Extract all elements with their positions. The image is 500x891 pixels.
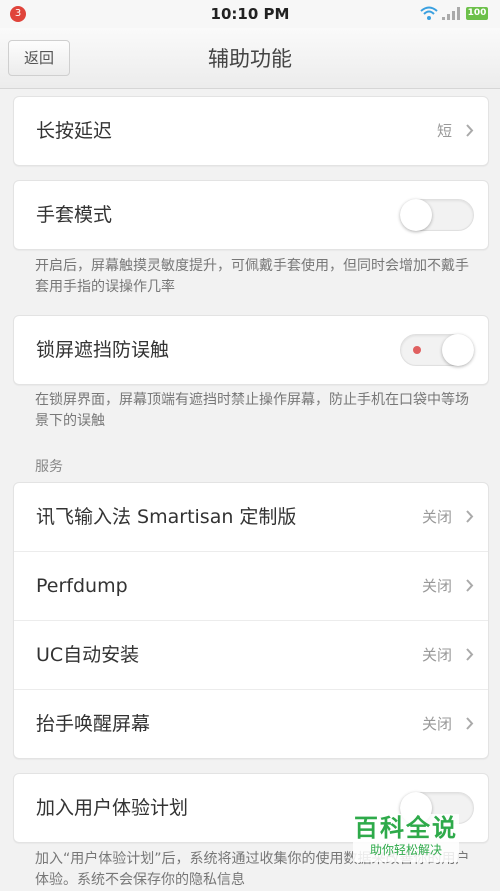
watermark-logo: 百科全说 助你轻松解决 [353, 814, 459, 862]
screen-lock-touch-label: 锁屏遮挡防误触 [36, 339, 170, 361]
signal-icon [442, 7, 460, 20]
service-status: 关闭 [421, 577, 452, 595]
chevron-right-icon [466, 510, 474, 523]
chevron-right-icon [466, 648, 474, 661]
watermark-title: 百科全说 [354, 814, 458, 842]
glove-mode-card: 手套模式 [13, 180, 489, 250]
service-row-uc-install[interactable]: UC自动安装 关闭 [14, 620, 488, 689]
service-label: Perfdump [36, 575, 128, 597]
chevron-right-icon [466, 579, 474, 592]
toggle-knob [400, 199, 432, 231]
screen-lock-touch-card: 锁屏遮挡防误触 [13, 315, 489, 385]
status-bar: 3 10:10 PM 100 [0, 0, 500, 28]
service-label: 讯飞输入法 Smartisan 定制版 [36, 506, 297, 528]
chevron-right-icon [466, 124, 474, 137]
nav-bar: 返回 辅助功能 [0, 28, 500, 89]
glove-mode-label: 手套模式 [36, 204, 113, 226]
page-title: 辅助功能 [208, 47, 292, 71]
service-status: 关闭 [421, 715, 452, 733]
service-row-xunfei[interactable]: 讯飞输入法 Smartisan 定制版 关闭 [14, 483, 488, 551]
glove-mode-description: 开启后，屏幕触摸灵敏度提升，可佩戴手套使用，但同时会增加不戴手套用手指的误操作几… [35, 258, 469, 295]
toggle-on-indicator [413, 346, 421, 354]
service-status: 关闭 [421, 646, 452, 664]
battery-icon: 100 [466, 7, 488, 20]
glove-mode-toggle[interactable] [400, 199, 474, 231]
watermark-subtitle: 助你轻松解决 [369, 843, 442, 857]
wifi-icon [420, 6, 438, 20]
service-label: 抬手唤醒屏幕 [36, 713, 151, 735]
long-press-delay-value: 短 [436, 122, 452, 140]
services-section-header: 服务 [35, 459, 63, 475]
long-press-delay-card: 长按延迟 短 [13, 96, 489, 166]
toggle-knob [442, 334, 474, 366]
service-row-raise-to-wake[interactable]: 抬手唤醒屏幕 关闭 [14, 689, 488, 758]
user-experience-label: 加入用户体验计划 [36, 797, 189, 819]
screen-lock-touch-description: 在锁屏界面，屏幕顶端有遮挡时禁止操作屏幕，防止手机在口袋中等场景下的误触 [35, 392, 469, 429]
long-press-delay-label: 长按延迟 [36, 120, 113, 142]
screen-lock-touch-row: 锁屏遮挡防误触 [14, 316, 488, 384]
screen-lock-touch-toggle[interactable] [400, 334, 474, 366]
service-row-perfdump[interactable]: Perfdump 关闭 [14, 551, 488, 620]
glove-mode-row: 手套模式 [14, 181, 488, 249]
service-status: 关闭 [421, 508, 452, 526]
services-card: 讯飞输入法 Smartisan 定制版 关闭 Perfdump 关闭 UC自动安… [13, 482, 489, 759]
service-label: UC自动安装 [36, 644, 140, 666]
chevron-right-icon [466, 717, 474, 730]
long-press-delay-row[interactable]: 长按延迟 短 [14, 97, 488, 165]
